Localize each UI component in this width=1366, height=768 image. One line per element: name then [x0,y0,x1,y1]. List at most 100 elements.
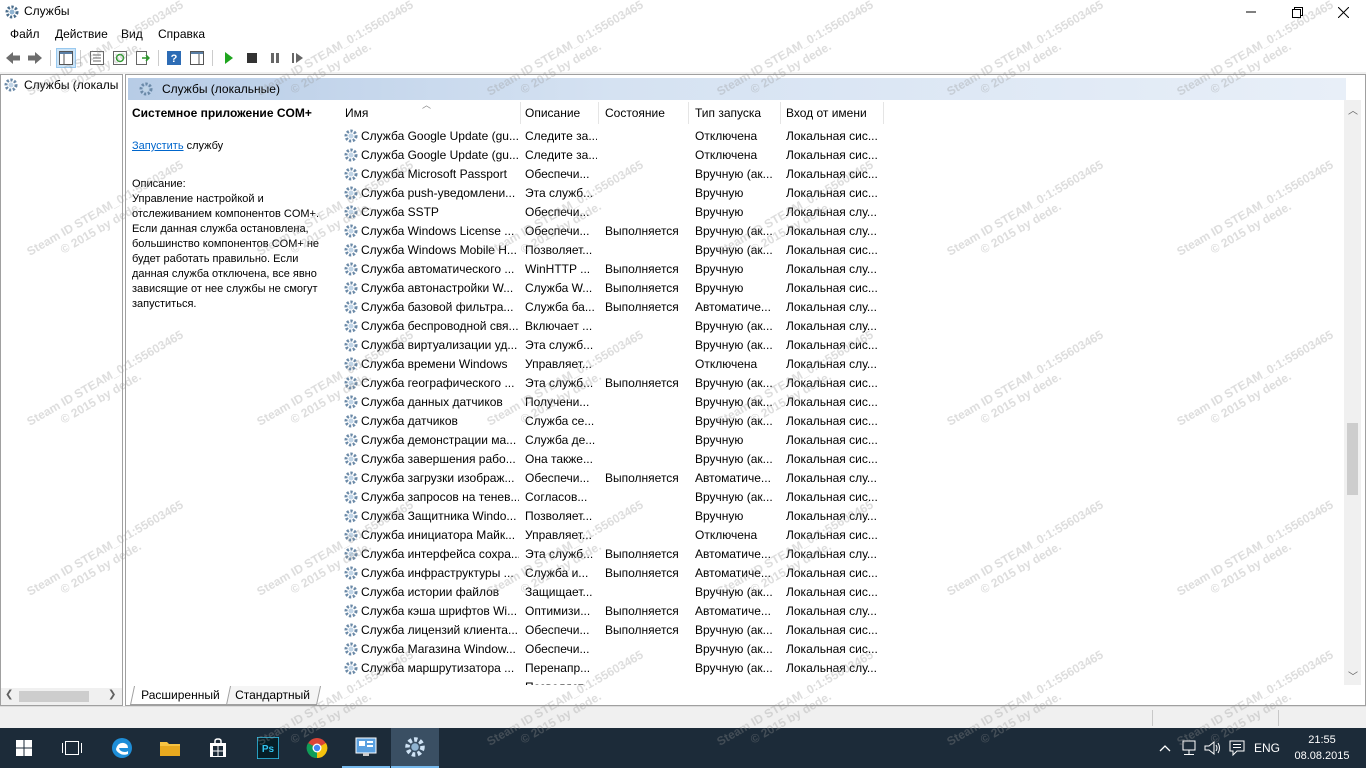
tab-standard[interactable]: Стандартный [223,686,321,705]
service-row[interactable]: Служба завершения рабо... Она также... Вру… [341,450,884,469]
service-gear-icon [344,566,358,580]
menu-file[interactable]: Файл [10,27,40,41]
service-row[interactable]: Служба инфраструктуры ... Служба и... Выпо… [341,564,884,583]
service-row[interactable]: Служба SSTP Обеспечи... Вручную Локальная с… [341,203,884,222]
service-row[interactable]: Служба Google Update (gu... Следите за...… [341,146,884,165]
scroll-right-icon[interactable]: ❯ [108,689,116,700]
service-row[interactable]: Служба истории файлов Защищает... Вручную … [341,583,884,602]
service-gear-icon [344,395,358,409]
stop-service-button[interactable] [242,48,262,68]
taskbar-file-explorer[interactable] [146,728,194,768]
minimize-icon [1246,11,1256,13]
service-row[interactable]: Служба автонастройки W... Служба W... Выпо… [341,279,884,298]
service-startup-cell: Вручную [695,509,744,523]
menu-help[interactable]: Справка [158,27,205,41]
service-row[interactable]: Служба Google Update (gu... Следите за...… [341,127,884,146]
service-row[interactable]: Служба автоматического ... WinHTTP ... Вып… [341,260,884,279]
service-row[interactable]: Служба загрузки изображ... Обеспечи... Вып… [341,469,884,488]
properties-button[interactable] [87,48,107,68]
service-row[interactable]: Служба базовой фильтра... Служба ба... Вып… [341,298,884,317]
back-button[interactable] [3,48,23,68]
service-row[interactable]: Служба запросов на тенев... Согласов... Вр… [341,488,884,507]
service-row[interactable]: Служба данных датчиков Получени... Вручную… [341,393,884,412]
service-description-cell: Служба се... [525,414,595,428]
scroll-up-icon[interactable]: ︿ [1348,102,1358,117]
taskbar-edge[interactable] [98,728,146,768]
pause-service-button[interactable] [265,48,285,68]
service-row[interactable]: Служба инициатора Майк... Управляет... Отк… [341,526,884,545]
taskbar-store[interactable] [194,728,242,768]
volume-tray-button[interactable] [1202,728,1224,768]
show-hidden-icons-button[interactable] [1156,728,1174,768]
list-scroll-thumb[interactable] [1347,423,1358,495]
service-row[interactable]: Служба интерфейса сохра... Эта служб... Вы… [341,545,884,564]
taskbar-control-panel[interactable] [342,728,390,768]
service-row[interactable]: Служба Windows Mobile H... Позволяет... Вр… [341,241,884,260]
column-header-status[interactable]: Состояние [601,102,689,124]
service-row[interactable]: Служба маршрутизатора ... Перенапр... Вруч… [341,659,884,678]
taskbar-chrome[interactable] [293,728,341,768]
export-icon [136,51,150,65]
clock[interactable]: 21:55 08.08.2015 [1290,732,1354,764]
export-list-button[interactable] [133,48,153,68]
service-row[interactable]: Служба Windows License ... Обеспечи... Вып… [341,222,884,241]
network-tray-button[interactable] [1178,728,1200,768]
service-gear-icon [344,186,358,200]
show-action-pane-button[interactable] [187,48,207,68]
tree-horizontal-scrollbar[interactable]: ❮ ❯ [1,688,122,705]
tab-extended[interactable]: Расширенный [129,686,231,705]
taskbar-photoshop[interactable]: Ps [244,728,292,768]
scroll-down-icon[interactable]: ﹀ [1348,668,1358,683]
minimize-button[interactable] [1228,0,1274,24]
taskbar-services[interactable] [391,728,439,768]
maximize-button[interactable] [1274,0,1320,24]
list-vertical-scrollbar[interactable]: ︿ ﹀ [1344,100,1361,685]
service-row[interactable]: Служба Защитника Windo... Позволяет... Вру… [341,507,884,526]
start-service-button[interactable] [219,48,239,68]
start-service-link[interactable]: Запустить [132,140,184,152]
action-center-button[interactable] [1226,728,1248,768]
service-logon-cell: Локальная сис... [786,566,878,580]
column-header-startup-type[interactable]: Тип запуска [691,102,781,124]
help-button[interactable]: ? [164,48,184,68]
service-logon-cell: Локальная слу... [786,300,877,314]
service-row[interactable]: Служба беспроводной свя... Включает ... Вр… [341,317,884,336]
column-header-description[interactable]: Описание [521,102,599,124]
service-row[interactable]: Служба датчиков Служба се... Вручную (ак..… [341,412,884,431]
service-startup-cell: Автоматиче... [695,604,771,618]
input-language-button[interactable]: ENG [1250,728,1284,768]
service-name-cell: Служба автонастройки W... [361,281,514,295]
scroll-left-icon[interactable]: ❮ [5,689,13,700]
tree-item-services-local[interactable]: Службы (локалы [3,77,118,93]
column-header-log-on-as[interactable]: Вход от имени [782,102,884,124]
service-row[interactable]: Служба времени Windows Управляет... Отключ… [341,355,884,374]
service-row[interactable]: Служба Магазина Window... Обеспечи... Вруч… [341,640,884,659]
restore-icon [1291,6,1303,18]
menu-view[interactable]: Вид [121,27,143,41]
service-row[interactable]: Служба Microsoft Passport Обеспечи... Вруч… [341,165,884,184]
service-row[interactable]: Служба кэша шрифтов Wi... Оптимизи... Выпо… [341,602,884,621]
service-logon-cell: Локальная слу... [786,661,877,675]
service-row[interactable]: Служба виртуализации уд... Эта служб... Вр… [341,336,884,355]
service-logon-cell: Локальная сис... [786,243,878,257]
service-name-cell: Служба Магазина Window... [361,642,516,656]
service-name-cell: Служба датчиков [361,414,458,428]
service-row[interactable]: Служба демонстрации ма... Служба де... Вру… [341,431,884,450]
service-row[interactable]: Служба лицензий клиента... Обеспечи... Вып… [341,621,884,640]
forward-button[interactable] [25,48,45,68]
service-logon-cell: Локальная слу... [786,509,877,523]
service-row[interactable]: Служба географического ... Эта служб... Вы… [341,374,884,393]
service-row[interactable]: Служба push-уведомлени... Эта служб... Вру… [341,184,884,203]
start-button[interactable] [0,728,48,768]
service-description-cell: Обеспечи... [525,167,590,181]
column-header-name[interactable]: Имя [341,102,521,124]
restart-service-button[interactable] [288,48,308,68]
menu-action[interactable]: Действие [55,27,108,41]
service-row[interactable]: Позволяет... [341,678,884,685]
close-button[interactable] [1320,0,1366,24]
refresh-button[interactable] [110,48,130,68]
task-view-button[interactable] [48,728,96,768]
show-hide-console-tree-button[interactable] [56,48,76,68]
tree-scroll-thumb[interactable] [19,691,89,702]
service-gear-icon [344,623,358,637]
